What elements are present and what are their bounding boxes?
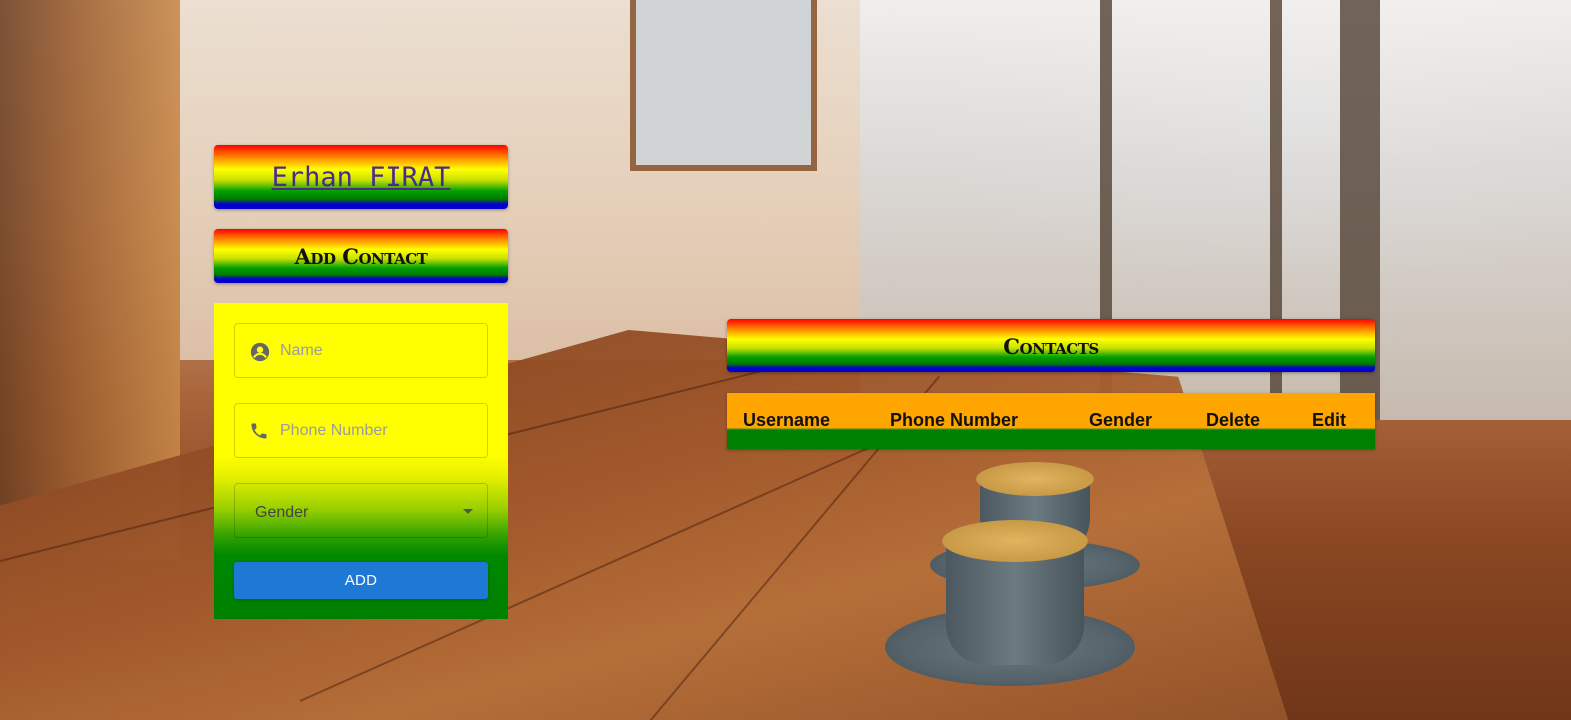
add-contact-heading: Add Contact: [294, 244, 428, 269]
account-circle-icon: [249, 341, 271, 363]
column-header-delete: Delete: [1206, 410, 1261, 430]
name-input[interactable]: [280, 324, 480, 377]
gender-select-label: Gender: [255, 504, 309, 521]
background-cup-top: [976, 462, 1094, 496]
contacts-banner: Contacts: [727, 319, 1375, 372]
add-contact-form: Gender ADD: [214, 303, 508, 619]
phone-field[interactable]: [234, 403, 488, 458]
add-contact-banner: Add Contact: [214, 229, 508, 283]
background-picture-frame: [630, 0, 817, 171]
add-button[interactable]: ADD: [234, 562, 488, 599]
app-title-banner: Erhan FIRAT: [214, 145, 508, 209]
column-header-phone-number: Phone Number: [890, 410, 1019, 430]
name-field[interactable]: [234, 323, 488, 378]
column-header-edit: Edit: [1312, 410, 1346, 430]
contacts-heading: Contacts: [1003, 334, 1099, 359]
column-header-username: Username: [743, 410, 831, 430]
phone-number-input[interactable]: [280, 404, 480, 457]
column-header-gender: Gender: [1089, 410, 1153, 430]
background-cup-top: [942, 520, 1088, 562]
app-title[interactable]: Erhan FIRAT: [214, 145, 508, 211]
phone-icon: [249, 421, 271, 443]
contacts-table-header: Username Phone Number Gender Delete Edit: [727, 393, 1375, 449]
gender-select[interactable]: Gender: [234, 483, 488, 538]
chevron-down-icon: [463, 509, 473, 514]
